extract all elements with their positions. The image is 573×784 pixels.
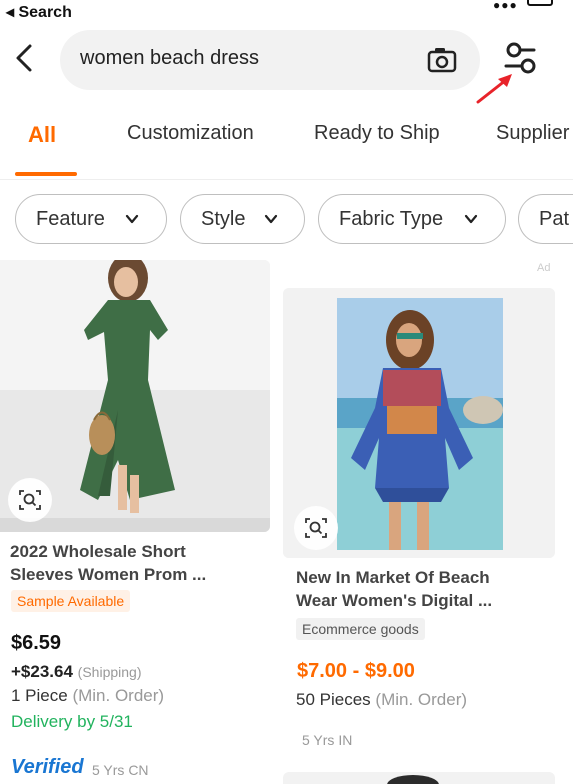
product-card[interactable]: 2022 Wholesale Short Sleeves Women Prom … <box>0 258 280 784</box>
image-search-button[interactable] <box>294 506 338 550</box>
product-image[interactable] <box>283 288 555 558</box>
next-product-image-peek <box>283 772 555 784</box>
image-search-button[interactable] <box>8 478 52 522</box>
tab-all[interactable]: All <box>28 122 56 148</box>
shipping-label: (Shipping) <box>77 664 142 680</box>
status-icons: ●●● <box>423 0 573 12</box>
verified-badge: Verified <box>11 756 84 778</box>
category-tabs: All Customization Ready to Ship Supplier <box>0 110 573 180</box>
moq-value: 1 Piece <box>11 686 68 705</box>
next-product-photo <box>387 775 439 784</box>
product-price-range: $7.00 - $9.00 <box>297 660 415 682</box>
filter-chip-pattern[interactable]: Pat <box>518 194 573 244</box>
battery-icon <box>527 0 553 6</box>
product-title-line: 2022 Wholesale Short <box>10 542 186 561</box>
filter-chip-label: Feature <box>36 208 105 230</box>
filter-chip-label: Fabric Type <box>339 208 444 230</box>
red-arrow-icon <box>476 74 512 104</box>
product-card[interactable]: Ad New In Market Of Beach Wear Women's D… <box>283 258 573 784</box>
min-order: 50 Pieces (Min. Order) <box>296 690 467 710</box>
product-image[interactable] <box>0 260 270 532</box>
back-to-search-link[interactable]: ◂ Search <box>6 2 72 22</box>
search-bar[interactable]: women beach dress <box>60 30 480 90</box>
visual-search-icon <box>19 490 41 510</box>
visual-search-icon <box>305 518 327 538</box>
ad-label: Ad <box>537 262 551 274</box>
filter-chip-style[interactable]: Style <box>180 194 305 244</box>
supplier-meta: 5 Yrs IN <box>302 732 353 748</box>
signal-icon: ●●● <box>493 0 518 12</box>
delivery-estimate: Delivery by 5/31 <box>11 712 133 731</box>
chevron-left-icon <box>16 44 32 72</box>
shipping-price: +$23.64 <box>11 662 73 681</box>
filter-chip-feature[interactable]: Feature <box>15 194 167 244</box>
filter-chip-label: Pat <box>539 208 570 230</box>
moq-label: (Min. Order) <box>375 690 468 709</box>
annotation-arrow <box>470 70 520 110</box>
sample-available-badge: Sample Available <box>11 590 131 612</box>
supplier-meta: 5 Yrs CN <box>92 762 149 778</box>
chevron-down-icon <box>264 214 278 224</box>
moq-label: (Min. Order) <box>72 686 165 705</box>
camera-search-button[interactable] <box>426 44 458 76</box>
filter-chip-label: Style <box>201 208 246 230</box>
product-title[interactable]: New In Market Of Beach Wear Women's Digi… <box>296 566 492 612</box>
ecommerce-goods-badge: Ecommerce goods <box>296 618 425 640</box>
search-input[interactable]: women beach dress <box>80 47 259 70</box>
filter-chip-fabric-type[interactable]: Fabric Type <box>318 194 506 244</box>
chevron-down-icon <box>125 214 139 224</box>
active-tab-indicator <box>15 172 77 176</box>
product-title-line: Sleeves Women Prom ... <box>10 565 207 584</box>
tab-supplier[interactable]: Supplier <box>496 122 569 145</box>
product-title[interactable]: 2022 Wholesale Short Sleeves Women Prom … <box>10 540 206 586</box>
product-title-line: Wear Women's Digital ... <box>296 591 493 610</box>
min-order: 1 Piece (Min. Order) <box>11 686 164 706</box>
shipping-cost: +$23.64 (Shipping) <box>11 662 142 682</box>
status-bar: ◂ Search ●●● <box>0 0 573 22</box>
product-price: $6.59 <box>11 632 62 654</box>
chevron-down-icon <box>464 214 478 224</box>
tab-customization[interactable]: Customization <box>127 122 254 145</box>
camera-icon <box>427 48 457 73</box>
moq-value: 50 Pieces <box>296 690 371 709</box>
tab-ready-to-ship[interactable]: Ready to Ship <box>314 122 440 145</box>
product-title-line: New In Market Of Beach <box>296 568 490 587</box>
back-button[interactable] <box>8 40 40 76</box>
